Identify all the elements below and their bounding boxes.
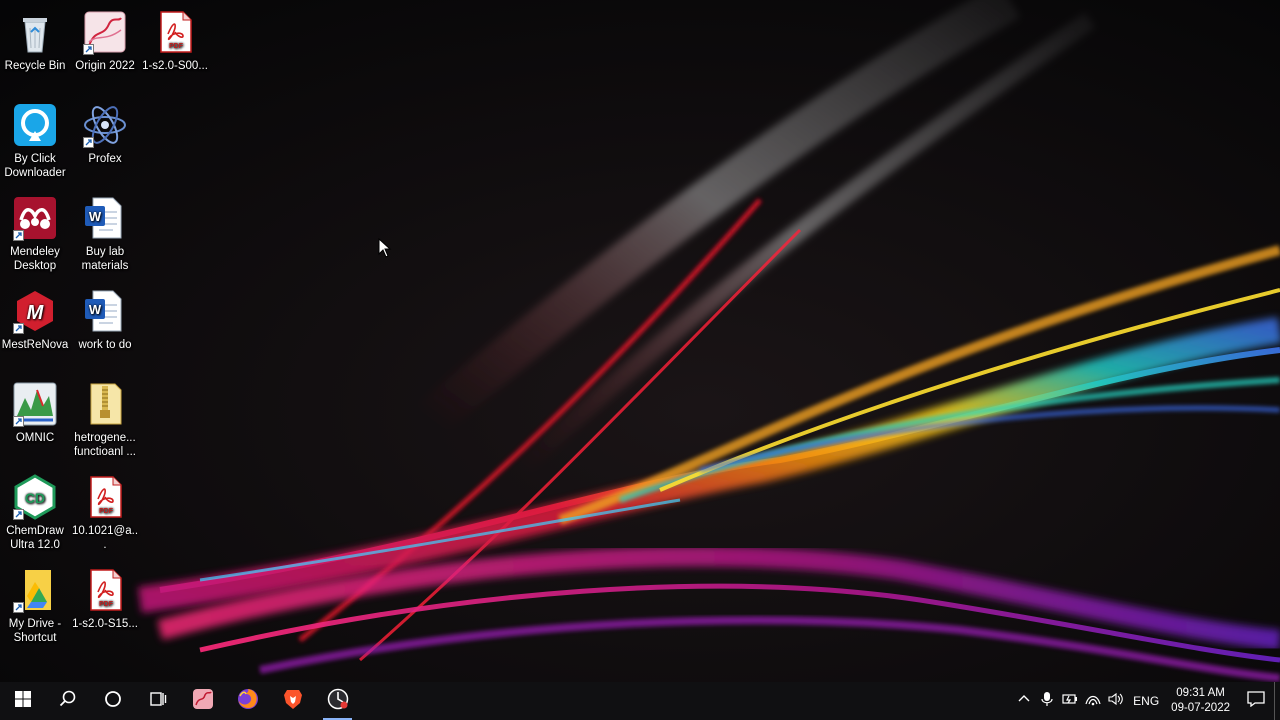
desktop-icon-label: 1-s2.0-S00... [142, 60, 208, 72]
cortana-circle-icon [104, 690, 122, 713]
clock-time: 09:31 AM [1176, 687, 1225, 699]
shortcut-arrow-icon [13, 230, 24, 241]
windows-start-icon [14, 690, 31, 712]
chevron-up-icon [1018, 692, 1030, 710]
desktop-icon-label: By Click Downloader [4, 153, 66, 179]
folder-archive-icon [81, 380, 129, 428]
pdf-file-icon: PDF [81, 473, 129, 521]
profex-icon [81, 101, 129, 149]
mouse-cursor-icon [378, 237, 392, 258]
desktop-icon-hetrogeneous[interactable]: hetrogene... functioanl ... [70, 376, 140, 459]
desktop-icon-pdf-3[interactable]: PDF 1-s2.0-S15... [70, 562, 140, 631]
task-view-icon [149, 690, 167, 713]
brave-icon [282, 688, 304, 715]
clock-date: 09-07-2022 [1171, 702, 1230, 714]
desktop-icon-label: Origin 2022 [75, 60, 135, 72]
svg-text:PDF: PDF [99, 601, 114, 608]
omnic-icon [11, 380, 59, 428]
desktop-icon-grid: Recycle Bin Origin 2022 PDF 1-s2.0-S00..… [0, 0, 220, 682]
desktop-icon-byclick-downloader[interactable]: By Click Downloader [0, 97, 70, 180]
word-document-icon: W [81, 194, 129, 242]
desktop-icon-mendeley-desktop[interactable]: Mendeley Desktop [0, 190, 70, 273]
byclick-downloader-icon [11, 101, 59, 149]
clock[interactable]: 09:31 AM 09-07-2022 [1165, 686, 1238, 716]
desktop-icon-pdf-1[interactable]: PDF 1-s2.0-S00... [140, 4, 210, 73]
microphone-icon [1041, 691, 1053, 712]
shortcut-arrow-icon [83, 44, 94, 55]
word-document-icon: W [81, 287, 129, 335]
taskbar-app-obs[interactable] [315, 682, 360, 720]
svg-text:PDF: PDF [99, 508, 114, 515]
show-desktop-button[interactable] [1274, 682, 1280, 720]
svg-text:W: W [89, 209, 102, 224]
search-icon [59, 690, 77, 713]
desktop-icon-work-to-do[interactable]: W work to do [70, 283, 140, 352]
origin-taskbar-icon [192, 688, 214, 715]
task-view-button[interactable] [135, 682, 180, 720]
desktop-icon-label: Profex [88, 153, 122, 165]
tray-microphone-button[interactable] [1035, 682, 1058, 720]
input-language-indicator[interactable]: ENG [1127, 694, 1165, 708]
desktop-icon-label: ChemDraw Ultra 12.0 [6, 525, 64, 551]
speaker-icon [1108, 692, 1124, 711]
svg-text:PDF: PDF [169, 43, 184, 50]
start-button[interactable] [0, 682, 45, 720]
google-drive-icon [11, 566, 59, 614]
desktop-icon-label: hetrogene... functioanl ... [73, 432, 136, 458]
desktop-icon-omnic[interactable]: OMNIC [0, 376, 70, 445]
notification-icon [1247, 690, 1265, 712]
tray-battery-button[interactable] [1058, 682, 1081, 720]
desktop-icon-my-drive[interactable]: My Drive - Shortcut [0, 562, 70, 645]
taskbar-app-firefox[interactable] [225, 682, 270, 720]
desktop-icon-label: Buy lab materials [81, 246, 129, 272]
svg-text:M: M [27, 302, 45, 324]
shortcut-arrow-icon [13, 416, 24, 427]
pdf-file-icon: PDF [151, 8, 199, 56]
desktop-icon-label: 1-s2.0-S15... [72, 618, 138, 630]
desktop-icon-origin-2022[interactable]: Origin 2022 [70, 4, 140, 73]
system-tray: ENG 09:31 AM 09-07-2022 [1012, 682, 1280, 720]
battery-charging-icon [1062, 692, 1078, 711]
shortcut-arrow-icon [13, 602, 24, 613]
svg-text:CD: CD [25, 490, 45, 506]
tray-overflow-button[interactable] [1012, 682, 1035, 720]
origin-icon [81, 8, 129, 56]
desktop-icon-label: Recycle Bin [4, 60, 66, 72]
desktop-icon-label: MestReNova [1, 339, 69, 351]
firefox-icon [237, 688, 259, 715]
desktop-icon-label: Mendeley Desktop [10, 246, 60, 272]
desktop-icon-label: 10.1021@a... [71, 525, 139, 551]
desktop-icon-buy-lab-materials[interactable]: W Buy lab materials [70, 190, 140, 273]
recycle-bin-icon [11, 8, 59, 56]
desktop-icon-recycle-bin[interactable]: Recycle Bin [0, 4, 70, 73]
desktop-icon-label: work to do [78, 339, 132, 351]
taskbar-app-brave[interactable] [270, 682, 315, 720]
desktop-icon-chemdraw[interactable]: CD ChemDraw Ultra 12.0 [0, 469, 70, 552]
desktop-icon-profex[interactable]: Profex [70, 97, 140, 166]
obs-recorder-icon [327, 688, 349, 715]
pdf-file-icon: PDF [81, 566, 129, 614]
mendeley-icon [11, 194, 59, 242]
wifi-icon [1085, 692, 1101, 711]
tray-volume-button[interactable] [1104, 682, 1127, 720]
desktop-icon-mestrenova[interactable]: M MestReNova [0, 283, 70, 352]
svg-text:W: W [89, 302, 102, 317]
search-button[interactable] [45, 682, 90, 720]
mestrenova-icon: M [11, 287, 59, 335]
shortcut-arrow-icon [83, 137, 94, 148]
action-center-button[interactable] [1238, 682, 1274, 720]
cortana-button[interactable] [90, 682, 135, 720]
tray-wifi-button[interactable] [1081, 682, 1104, 720]
chemdraw-icon: CD [11, 473, 59, 521]
desktop-icon-label: OMNIC [15, 432, 55, 444]
taskbar-app-origin[interactable] [180, 682, 225, 720]
shortcut-arrow-icon [13, 509, 24, 520]
taskbar: ENG 09:31 AM 09-07-2022 [0, 682, 1280, 720]
desktop-icon-label: My Drive - Shortcut [8, 618, 62, 644]
shortcut-arrow-icon [13, 323, 24, 334]
desktop-icon-pdf-2[interactable]: PDF 10.1021@a... [70, 469, 140, 552]
